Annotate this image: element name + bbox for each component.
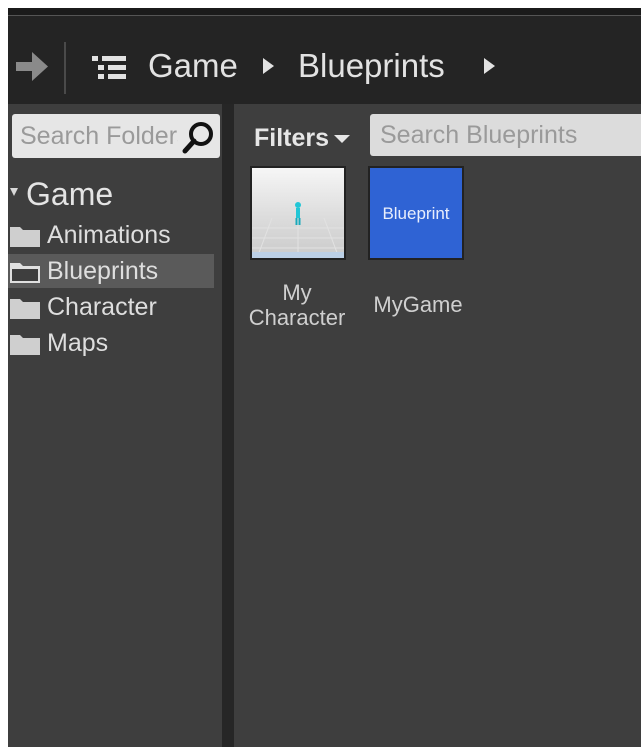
tree-root-game[interactable]: Game	[8, 174, 220, 214]
folder-icon	[10, 299, 40, 319]
blueprint-thumb-text: Blueprint	[382, 204, 450, 223]
expand-arrow-icon[interactable]	[10, 188, 18, 196]
character-figure-icon	[252, 202, 344, 258]
folder-label: Maps	[47, 329, 109, 357]
list-tree-icon[interactable]	[92, 54, 128, 82]
asset-name-line1: My	[282, 280, 312, 305]
sources-panel: Game Animations Blueprints Character	[8, 104, 222, 747]
asset-name: MyGame	[362, 292, 474, 317]
folder-icon	[10, 335, 40, 355]
breadcrumb-game[interactable]: Game	[148, 46, 238, 86]
asset-name: My Character	[244, 280, 350, 330]
blueprint-thumbnail: Blueprint	[368, 166, 464, 260]
thumbnail-base	[252, 252, 344, 258]
navigation-bar: Game Blueprints	[8, 16, 641, 112]
character-thumbnail	[250, 166, 346, 260]
caret-right-icon[interactable]	[484, 58, 495, 74]
toolbar-divider	[64, 42, 66, 94]
filters-button[interactable]: Filters	[254, 122, 350, 154]
folder-search-box	[12, 114, 220, 158]
chevron-down-icon	[334, 135, 350, 143]
assets-panel: Filters Search Blueprints My Character B…	[234, 104, 641, 747]
folder-label: Blueprints	[47, 257, 159, 285]
breadcrumb-blueprints[interactable]: Blueprints	[298, 46, 445, 86]
arrow-right-icon[interactable]	[14, 48, 50, 84]
magnifier-icon[interactable]	[182, 120, 216, 154]
caret-right-icon[interactable]	[263, 58, 274, 74]
folder-icon	[10, 227, 40, 247]
panel-splitter[interactable]	[222, 104, 234, 747]
folder-open-icon	[10, 263, 40, 283]
folder-label: Character	[47, 293, 157, 321]
folder-search-input[interactable]	[20, 114, 178, 158]
folder-blueprints[interactable]: Blueprints	[8, 254, 214, 288]
asset-search-input[interactable]	[380, 114, 640, 156]
window-top-strip	[8, 8, 641, 16]
asset-name-line1: MyGame	[373, 292, 463, 317]
folder-label: Animations	[47, 221, 171, 249]
folder-character[interactable]: Character	[8, 290, 214, 324]
content-browser-window: Game Blueprints Game Animations	[8, 8, 641, 747]
asset-name-line2: Character	[248, 305, 346, 330]
folder-animations[interactable]: Animations	[8, 218, 214, 252]
folder-maps[interactable]: Maps	[8, 326, 214, 360]
tree-root-label: Game	[26, 176, 114, 212]
asset-search-box	[370, 114, 641, 156]
filters-label: Filters	[254, 124, 330, 152]
